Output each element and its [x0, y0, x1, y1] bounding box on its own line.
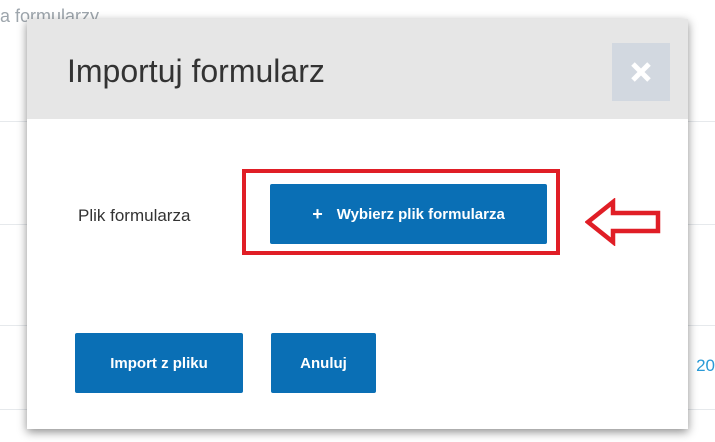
close-icon — [631, 62, 651, 82]
import-from-file-button[interactable]: Import z pliku — [75, 333, 243, 393]
modal-title: Importuj formularz — [67, 53, 325, 89]
import-button-label: Import z pliku — [110, 354, 208, 372]
choose-file-label: Wybierz plik formularza — [336, 205, 505, 223]
background-number: 20 — [696, 356, 715, 375]
left-arrow-icon — [585, 198, 661, 246]
file-label: Plik formularza — [78, 206, 191, 225]
cancel-button-label: Anuluj — [300, 354, 347, 372]
cancel-button[interactable]: Anuluj — [271, 333, 376, 393]
choose-file-button[interactable]: + Wybierz plik formularza — [270, 184, 547, 244]
modal-header: Importuj formularz — [27, 19, 688, 119]
close-button[interactable] — [612, 43, 670, 101]
plus-icon: + — [312, 204, 323, 224]
